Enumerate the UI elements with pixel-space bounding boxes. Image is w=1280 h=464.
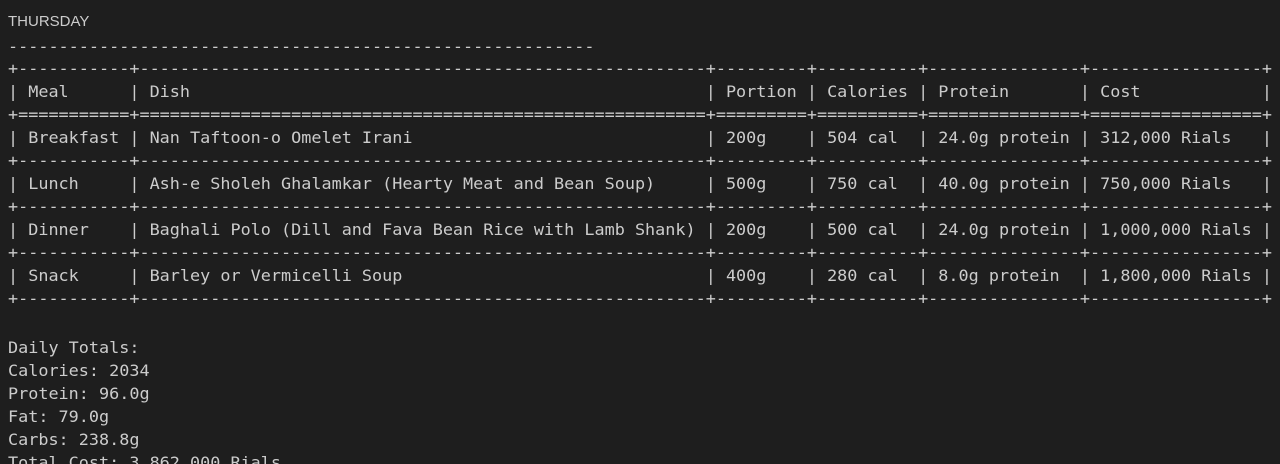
table-border-bottom: +-----------+---------------------------… [8,289,1272,308]
table-row-separator: +-----------+---------------------------… [8,151,1272,170]
table-row: | Dinner | Baghali Polo (Dill and Fava B… [8,220,1272,239]
total-cost: Total Cost: 3,862,000 Rials [8,453,282,464]
total-fat: Fat: 79.0g [8,407,110,426]
total-carbs: Carbs: 238.8g [8,430,140,449]
table-row: | Breakfast | Nan Taftoon-o Omelet Irani… [8,128,1272,147]
terminal-output: THURSDAY -------------------------------… [0,0,1280,464]
table-row-separator: +-----------+---------------------------… [8,197,1272,216]
table-row: | Lunch | Ash-e Sholeh Ghalamkar (Hearty… [8,174,1272,193]
table-border-top: +-----------+---------------------------… [8,59,1272,78]
total-protein: Protein: 96.0g [8,384,150,403]
meal-table: +-----------+---------------------------… [8,57,1272,310]
day-title: THURSDAY [8,13,90,30]
title-underline: ----------------------------------------… [8,37,595,56]
table-row-separator: +-----------+---------------------------… [8,243,1272,262]
daily-totals: Daily Totals: Calories: 2034 Protein: 96… [8,336,281,464]
table-header-separator: +===========+===========================… [8,105,1272,124]
table-row: | Snack | Barley or Vermicelli Soup | 40… [8,266,1272,285]
table-header-row: | Meal | Dish | Portion | Calories | Pro… [8,82,1272,101]
totals-heading: Daily Totals: [8,338,140,357]
total-calories: Calories: 2034 [8,361,150,380]
